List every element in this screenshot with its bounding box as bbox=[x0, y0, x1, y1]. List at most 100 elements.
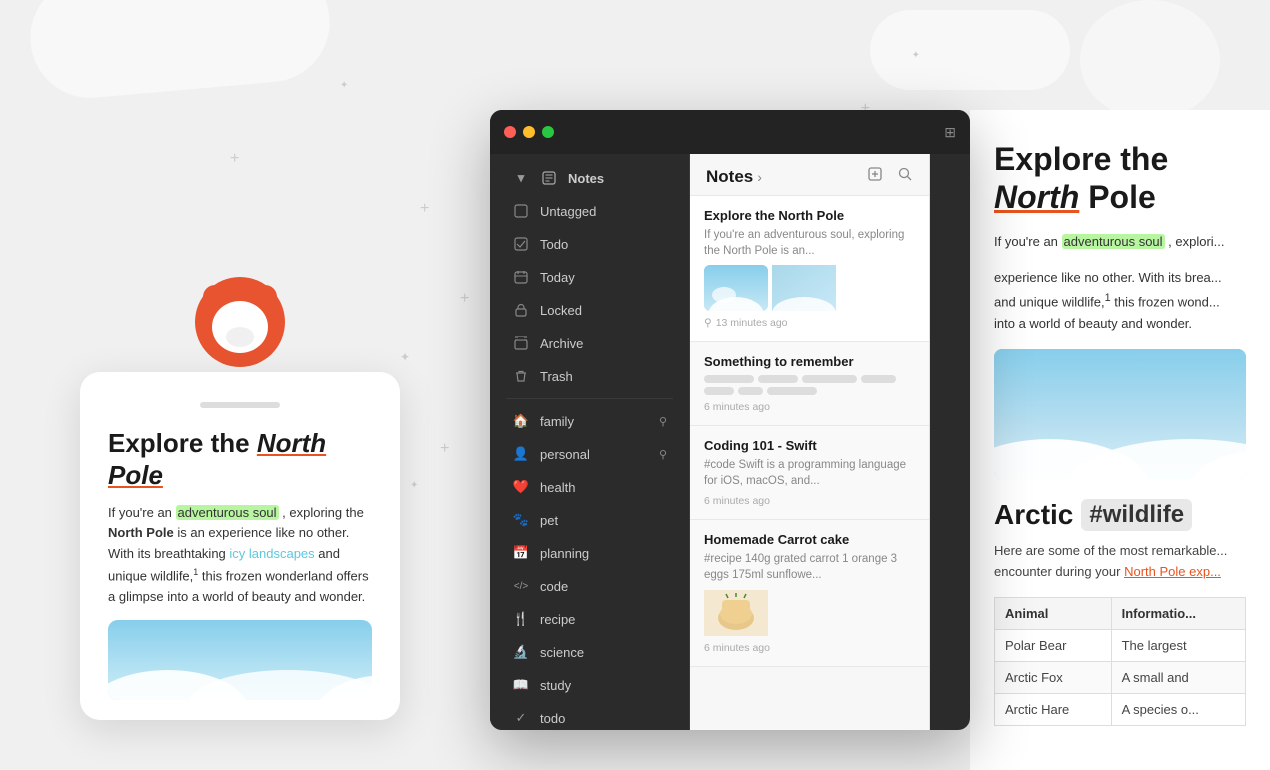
close-button[interactable] bbox=[504, 126, 516, 138]
personal-badge: ⚲ bbox=[659, 448, 667, 461]
study-icon: 📖 bbox=[512, 676, 530, 694]
note-hero-image bbox=[994, 349, 1246, 479]
table-header-info: Informatio... bbox=[1111, 598, 1245, 630]
sidebar-archive-label: Archive bbox=[540, 336, 667, 351]
table-cell-animal-3: Arctic Hare bbox=[995, 694, 1112, 726]
compose-icon[interactable] bbox=[867, 166, 883, 187]
table-row: Polar Bear The largest bbox=[995, 630, 1246, 662]
sidebar-todo-tag-label: todo bbox=[540, 711, 667, 726]
table-row: Arctic Fox A small and bbox=[995, 662, 1246, 694]
recipe-icon: 🍴 bbox=[512, 610, 530, 628]
blurred-preview bbox=[704, 375, 915, 395]
note-item-coding[interactable]: Coding 101 - Swift #code Swift is a prog… bbox=[690, 426, 929, 520]
sidebar-family-label: family bbox=[540, 414, 659, 429]
traffic-lights bbox=[504, 126, 554, 138]
note-thumb-1 bbox=[704, 265, 768, 311]
mobile-card-body: If you're an adventurous soul , explorin… bbox=[108, 503, 372, 608]
window-controls: ⊞ bbox=[944, 124, 956, 141]
chevron-icon: ▾ bbox=[512, 169, 530, 187]
bear-logo-icon bbox=[195, 277, 285, 367]
code-icon: </> bbox=[512, 577, 530, 595]
sidebar-divider bbox=[506, 398, 673, 399]
sidebar-item-pet[interactable]: 🐾 pet bbox=[496, 504, 683, 536]
sidebar-item-family[interactable]: 🏠 family ⚲ bbox=[496, 405, 683, 437]
sidebar-item-personal[interactable]: 👤 personal ⚲ bbox=[496, 438, 683, 470]
note-images-north-pole bbox=[704, 265, 915, 311]
mobile-preview-card: Explore the North Pole If you're an adve… bbox=[80, 372, 400, 720]
health-icon: ❤️ bbox=[512, 478, 530, 496]
sidebar-untagged-label: Untagged bbox=[540, 204, 667, 219]
sidebar-planning-label: planning bbox=[540, 546, 667, 561]
sidebar-item-todo-tag[interactable]: ✓ todo bbox=[496, 702, 683, 730]
note-section-heading: Arctic #wildlife bbox=[994, 499, 1246, 531]
sidebar: ▾ Notes Untagged bbox=[490, 154, 690, 730]
pin-icon: ⚲ bbox=[704, 317, 712, 329]
sidebar-item-today[interactable]: Today bbox=[496, 261, 683, 293]
sidebar-item-study[interactable]: 📖 study bbox=[496, 669, 683, 701]
note-title-remember: Something to remember bbox=[704, 354, 915, 369]
filter-icon[interactable]: ⊞ bbox=[944, 124, 956, 141]
note-images-carrot bbox=[704, 590, 915, 636]
sidebar-trash-label: Trash bbox=[540, 369, 667, 384]
note-item-remember[interactable]: Something to remember 6 minu bbox=[690, 342, 929, 426]
note-meta-coding: 6 minutes ago bbox=[704, 495, 915, 507]
trash-icon bbox=[512, 367, 530, 385]
sidebar-item-todo[interactable]: Todo bbox=[496, 228, 683, 260]
note-meta-carrot: 6 minutes ago bbox=[704, 642, 915, 654]
note-preview-north-pole: If you're an adventurous soul, exploring… bbox=[704, 227, 915, 259]
sidebar-item-locked[interactable]: Locked bbox=[496, 294, 683, 326]
sidebar-locked-label: Locked bbox=[540, 303, 667, 318]
window-titlebar: ⊞ bbox=[490, 110, 970, 154]
sidebar-recipe-label: recipe bbox=[540, 612, 667, 627]
notes-list-actions bbox=[867, 166, 913, 187]
note-preview-coding: #code Swift is a programming language fo… bbox=[704, 457, 915, 489]
table-cell-info-1: The largest bbox=[1111, 630, 1245, 662]
sidebar-item-code[interactable]: </> code bbox=[496, 570, 683, 602]
sidebar-item-archive[interactable]: Archive bbox=[496, 327, 683, 359]
mobile-card-title: Explore the North Pole bbox=[108, 428, 372, 490]
search-icon[interactable] bbox=[897, 166, 913, 187]
sidebar-item-trash[interactable]: Trash bbox=[496, 360, 683, 392]
sidebar-item-notes[interactable]: ▾ Notes bbox=[496, 162, 683, 194]
note-content-body: experience like no other. With its brea.… bbox=[994, 267, 1246, 336]
sidebar-todo-label: Todo bbox=[540, 237, 667, 252]
sidebar-item-planning[interactable]: 📅 planning bbox=[496, 537, 683, 569]
window-body: ▾ Notes Untagged bbox=[490, 154, 970, 730]
sidebar-health-label: health bbox=[540, 480, 667, 495]
note-section-body: Here are some of the most remarkable... … bbox=[994, 541, 1246, 583]
table-cell-info-2: A small and bbox=[1111, 662, 1245, 694]
note-preview-carrot: #recipe 140g grated carrot 1 orange 3 eg… bbox=[704, 551, 915, 583]
sidebar-personal-label: personal bbox=[540, 447, 659, 462]
table-cell-animal-2: Arctic Fox bbox=[995, 662, 1112, 694]
locked-icon bbox=[512, 301, 530, 319]
sidebar-study-label: study bbox=[540, 678, 667, 693]
sidebar-item-untagged[interactable]: Untagged bbox=[496, 195, 683, 227]
note-item-north-pole[interactable]: Explore the North Pole If you're an adve… bbox=[690, 196, 929, 342]
notes-list: Notes › bbox=[690, 154, 930, 730]
sidebar-item-science[interactable]: 🔬 science bbox=[496, 636, 683, 668]
science-icon: 🔬 bbox=[512, 643, 530, 661]
minimize-button[interactable] bbox=[523, 126, 535, 138]
food-thumb bbox=[704, 590, 768, 636]
planning-icon: 📅 bbox=[512, 544, 530, 562]
today-icon bbox=[512, 268, 530, 286]
sidebar-item-recipe[interactable]: 🍴 recipe bbox=[496, 603, 683, 635]
notes-list-header: Notes › bbox=[690, 154, 929, 196]
table-cell-info-3: A species o... bbox=[1111, 694, 1245, 726]
note-title-carrot: Homemade Carrot cake bbox=[704, 532, 915, 547]
maximize-button[interactable] bbox=[542, 126, 554, 138]
sidebar-code-label: code bbox=[540, 579, 667, 594]
note-title-coding: Coding 101 - Swift bbox=[704, 438, 915, 453]
note-content-panel: Explore the North Pole If you're an adve… bbox=[970, 110, 1270, 770]
note-item-carrot[interactable]: Homemade Carrot cake #recipe 140g grated… bbox=[690, 520, 929, 666]
todo-icon bbox=[512, 235, 530, 253]
note-thumb-2 bbox=[772, 265, 836, 311]
table-cell-animal-1: Polar Bear bbox=[995, 630, 1112, 662]
sidebar-science-label: science bbox=[540, 645, 667, 660]
notes-dropdown-chevron[interactable]: › bbox=[757, 169, 762, 185]
notes-list-title: Notes › bbox=[706, 167, 762, 187]
table-header-animal: Animal bbox=[995, 598, 1112, 630]
sidebar-item-health[interactable]: ❤️ health bbox=[496, 471, 683, 503]
note-meta-north-pole: ⚲ 13 minutes ago bbox=[704, 317, 915, 329]
sidebar-notes-label: Notes bbox=[568, 171, 604, 186]
